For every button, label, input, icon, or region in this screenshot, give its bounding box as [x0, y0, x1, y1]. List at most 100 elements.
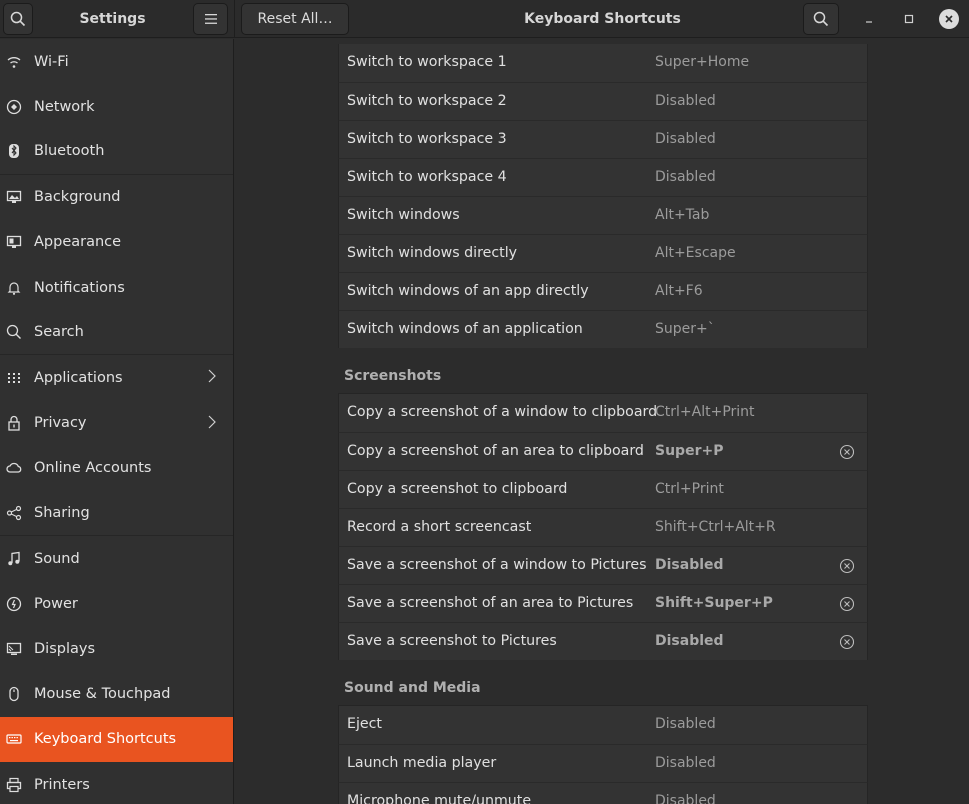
shortcut-row[interactable]: Switch windows of an application Super+`	[338, 310, 868, 348]
page-title: Keyboard Shortcuts	[524, 11, 681, 27]
shortcut-accel: Ctrl+Print	[655, 481, 724, 497]
wifi-icon	[5, 53, 23, 71]
shortcut-accel: Disabled	[655, 131, 716, 147]
shortcut-accel: Disabled	[655, 716, 716, 732]
sidebar-item-label: Displays	[34, 641, 96, 658]
shortcut-search-button[interactable]	[803, 3, 839, 35]
sidebar-search-button[interactable]	[3, 3, 33, 35]
shortcut-accel: Disabled	[655, 93, 716, 109]
section-title: Sound and Media	[344, 680, 481, 696]
shortcut-label: Copy a screenshot of a window to clipboa…	[347, 404, 658, 420]
shortcut-label: Eject	[347, 716, 382, 732]
shortcut-row[interactable]: Record a short screencast Shift+Ctrl+Alt…	[338, 508, 868, 546]
shortcut-row[interactable]: Switch windows Alt+Tab	[338, 196, 868, 234]
sidebar-item-notifications[interactable]: Notifications	[0, 265, 233, 310]
close-button[interactable]	[939, 9, 959, 29]
maximize-button[interactable]	[899, 9, 919, 29]
shortcut-row[interactable]: Save a screenshot to Pictures Disabled	[338, 622, 868, 660]
sidebar-item-sharing[interactable]: Sharing	[0, 491, 233, 537]
close-icon	[945, 15, 953, 23]
sidebar-item-label: Keyboard Shortcuts	[34, 731, 177, 748]
sidebar-item-label: Power	[34, 595, 78, 612]
sidebar-item-appearance[interactable]: Appearance	[0, 220, 233, 265]
shortcut-list: Switch to workspace 1 Super+Home Switch …	[338, 44, 868, 804]
section-header-screenshots: Screenshots	[338, 348, 868, 394]
sidebar-item-label: Background	[34, 189, 121, 206]
shortcut-label: Save a screenshot to Pictures	[347, 633, 557, 649]
sidebar-item-label: Mouse & Touchpad	[34, 686, 171, 703]
sidebar-item-label: Privacy	[34, 415, 87, 432]
shortcut-row[interactable]: Switch to workspace 2 Disabled	[338, 82, 868, 120]
network-icon	[5, 98, 23, 116]
sidebar-header: Settings	[0, 0, 235, 38]
shortcut-accel: Super+`	[655, 321, 715, 337]
shortcuts-panel: Switch to workspace 1 Super+Home Switch …	[235, 39, 969, 804]
shortcut-row[interactable]: Copy a screenshot of a window to clipboa…	[338, 394, 868, 432]
shortcut-label: Switch windows of an application	[347, 321, 583, 337]
sidebar-item-power[interactable]: Power	[0, 581, 233, 626]
shortcut-accel: Disabled	[655, 633, 724, 649]
keyboard-icon	[5, 730, 23, 748]
sidebar-item-mouse-touchpad[interactable]: Mouse & Touchpad	[0, 672, 233, 717]
shortcut-row[interactable]: Switch to workspace 1 Super+Home	[338, 44, 868, 82]
sidebar-item-applications[interactable]: Applications	[0, 355, 233, 400]
shortcut-row[interactable]: Launch media player Disabled	[338, 744, 868, 782]
reset-circle-x-icon[interactable]	[839, 444, 855, 460]
music-note-icon	[5, 550, 23, 568]
shortcut-row[interactable]: Copy a screenshot of an area to clipboar…	[338, 432, 868, 470]
grid-icon	[5, 369, 23, 387]
sidebar-item-label: Appearance	[34, 234, 122, 251]
sidebar-item-label: Printers	[34, 776, 90, 793]
sidebar-item-label: Bluetooth	[34, 143, 105, 160]
sidebar-item-privacy[interactable]: Privacy	[0, 401, 233, 446]
shortcut-label: Save a screenshot of an area to Pictures	[347, 595, 634, 611]
sidebar-item-online-accounts[interactable]: Online Accounts	[0, 446, 233, 491]
sidebar-item-wifi[interactable]: Wi-Fi	[0, 39, 233, 84]
shortcut-accel: Disabled	[655, 557, 724, 573]
sidebar-item-background[interactable]: Background	[0, 175, 233, 220]
shortcut-row[interactable]: Switch to workspace 4 Disabled	[338, 158, 868, 196]
sidebar-item-displays[interactable]: Displays	[0, 626, 233, 671]
sidebar-item-network[interactable]: Network	[0, 84, 233, 129]
shortcut-row[interactable]: Microphone mute/unmute Disabled	[338, 782, 868, 804]
sidebar-item-label: Network	[34, 98, 95, 115]
search-icon	[813, 11, 829, 27]
reset-circle-x-icon[interactable]	[839, 634, 855, 650]
sidebar-item-printers[interactable]: Printers	[0, 762, 233, 804]
sidebar-item-bluetooth[interactable]: Bluetooth	[0, 129, 233, 175]
mouse-icon	[5, 685, 23, 703]
shortcut-accel: Disabled	[655, 755, 716, 771]
header-bar: Settings Reset All… Keyboard Shortcuts	[0, 0, 969, 38]
cloud-icon	[5, 459, 23, 477]
sidebar-item-label: Notifications	[34, 279, 125, 296]
reset-all-button[interactable]: Reset All…	[241, 3, 349, 35]
sidebar-item-search[interactable]: Search	[0, 310, 233, 356]
shortcut-label: Switch to workspace 3	[347, 131, 507, 147]
sidebar-item-label: Sound	[34, 550, 80, 567]
shortcut-row[interactable]: Save a screenshot of a window to Picture…	[338, 546, 868, 584]
shortcut-accel: Super+P	[655, 443, 724, 459]
maximize-icon	[904, 14, 914, 24]
sidebar-item-label: Online Accounts	[34, 460, 152, 477]
chevron-right-icon	[208, 415, 216, 433]
reset-circle-x-icon[interactable]	[839, 596, 855, 612]
sidebar-item-keyboard-shortcuts[interactable]: Keyboard Shortcuts	[0, 716, 233, 762]
shortcut-label: Copy a screenshot to clipboard	[347, 481, 568, 497]
section-header-sound-media: Sound and Media	[338, 660, 868, 706]
shortcut-label: Microphone mute/unmute	[347, 793, 532, 804]
shortcut-row[interactable]: Switch windows of an app directly Alt+F6	[338, 272, 868, 310]
shortcut-row[interactable]: Copy a screenshot to clipboard Ctrl+Prin…	[338, 470, 868, 508]
sidebar-item-sound[interactable]: Sound	[0, 536, 233, 581]
shortcut-row[interactable]: Switch to workspace 3 Disabled	[338, 120, 868, 158]
shortcut-row[interactable]: Switch windows directly Alt+Escape	[338, 234, 868, 272]
menu-button[interactable]	[193, 3, 228, 35]
share-icon	[5, 504, 23, 522]
shortcut-row[interactable]: Save a screenshot of an area to Pictures…	[338, 584, 868, 622]
reset-circle-x-icon[interactable]	[839, 558, 855, 574]
sidebar-item-label: Search	[34, 324, 84, 341]
shortcut-row[interactable]: Eject Disabled	[338, 706, 868, 744]
shortcut-label: Switch windows directly	[347, 245, 518, 261]
bell-icon	[5, 279, 23, 297]
minimize-button[interactable]	[859, 9, 879, 29]
sidebar-item-label: Applications	[34, 369, 123, 386]
